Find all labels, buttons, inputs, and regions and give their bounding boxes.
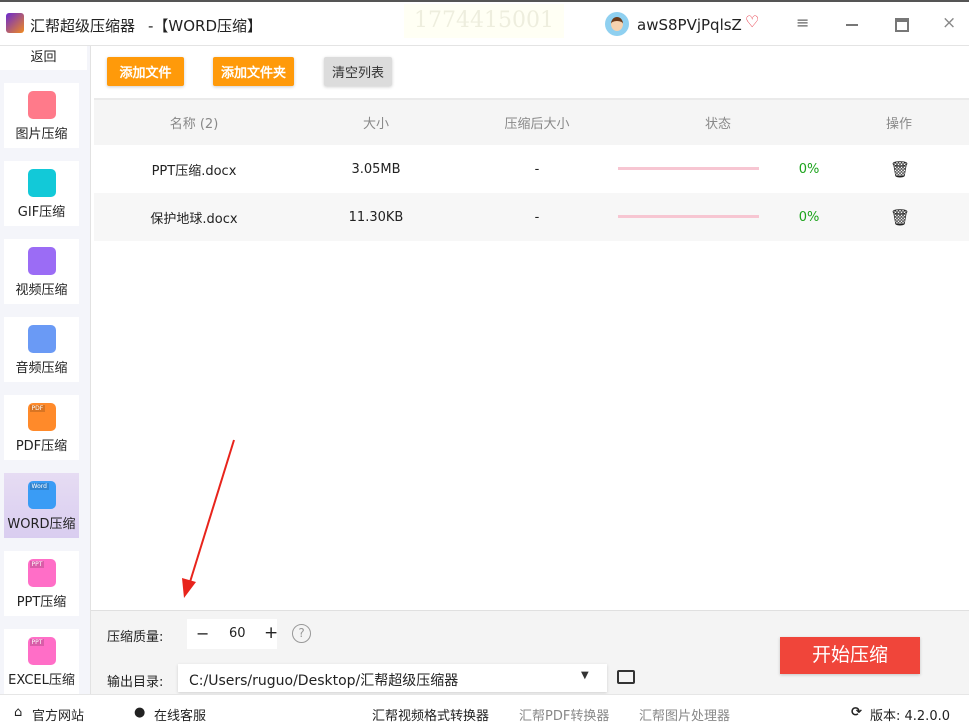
title-bar: 汇帮超级压缩器 -【WORD压缩】 1774415001 awS8PVjPqls… bbox=[0, 0, 969, 46]
header-size: 大小 bbox=[362, 117, 390, 132]
progress-percent: 0% bbox=[798, 161, 820, 177]
support-link[interactable]: 在线客服 bbox=[154, 705, 206, 724]
increase-button[interactable]: + bbox=[264, 623, 278, 643]
close-icon[interactable]: × bbox=[942, 13, 956, 33]
home-icon: ⌂ bbox=[14, 705, 23, 720]
output-directory-select[interactable]: C:/Users/ruguo/Desktop/汇帮超级压缩器 ▼ bbox=[178, 664, 607, 692]
quality-stepper[interactable]: − 60 + bbox=[187, 619, 278, 649]
quality-label: 压缩质量: bbox=[107, 630, 164, 645]
output-label: 输出目录: bbox=[107, 675, 164, 690]
sidebar-item-label: PDF压缩 bbox=[15, 439, 68, 454]
sidebar-item-0[interactable]: 图片压缩 bbox=[4, 83, 79, 148]
file-size: 3.05MB bbox=[351, 161, 401, 177]
PDF压缩-icon: PDF bbox=[27, 403, 56, 431]
file-name: 保护地球.docx bbox=[150, 211, 238, 227]
progress-bar bbox=[618, 167, 759, 170]
minimize-icon[interactable] bbox=[846, 24, 858, 26]
table-row[interactable]: 保护地球.docx 11.30KB - 0% 🗑 bbox=[94, 193, 969, 241]
footer: ⌂ 官方网站 ● 在线客服 汇帮视频格式转换器 汇帮PDF转换器 汇帮图片处理器… bbox=[0, 694, 969, 726]
app-title: 汇帮超级压缩器 bbox=[30, 17, 136, 35]
image-processor-link[interactable]: 汇帮图片处理器 bbox=[639, 705, 730, 724]
decrease-button[interactable]: − bbox=[196, 624, 209, 643]
file-name: PPT压缩.docx bbox=[151, 163, 237, 179]
header-name[interactable]: 名称 (2) bbox=[170, 100, 219, 145]
sidebar-item-label: 视频压缩 bbox=[15, 283, 68, 298]
sidebar-item-4[interactable]: PDF PDF压缩 bbox=[4, 395, 79, 460]
header-status: 状态 bbox=[704, 117, 732, 132]
sidebar-item-3[interactable]: 音频压缩 bbox=[4, 317, 79, 382]
add-folder-button[interactable]: 添加文件夹 bbox=[213, 57, 294, 86]
user-icon: ● bbox=[134, 705, 146, 720]
folder-icon[interactable] bbox=[617, 670, 635, 684]
视频压缩-icon bbox=[27, 247, 56, 275]
header-compressed-size: 压缩后大小 bbox=[504, 117, 570, 132]
sidebar-item-5[interactable]: Word WORD压缩 bbox=[4, 473, 79, 538]
app-logo-icon bbox=[6, 13, 24, 33]
refresh-icon[interactable]: ⟳ bbox=[851, 705, 862, 720]
table-row[interactable]: PPT压缩.docx 3.05MB - 0% 🗑 bbox=[94, 145, 969, 193]
sidebar-item-label: 图片压缩 bbox=[15, 127, 68, 142]
header-actions: 操作 bbox=[885, 117, 913, 132]
compressed-size: - bbox=[534, 209, 540, 225]
avatar[interactable] bbox=[605, 12, 629, 36]
pdf-converter-link[interactable]: 汇帮PDF转换器 bbox=[519, 705, 609, 724]
sidebar-item-2[interactable]: 视频压缩 bbox=[4, 239, 79, 304]
音频压缩-icon bbox=[27, 325, 56, 353]
clear-list-button[interactable]: 清空列表 bbox=[324, 57, 392, 86]
website-link[interactable]: 官方网站 bbox=[32, 705, 84, 724]
quality-value[interactable]: 60 bbox=[229, 626, 246, 641]
chevron-down-icon[interactable]: ▼ bbox=[581, 670, 589, 681]
trash-icon[interactable]: 🗑 bbox=[890, 193, 910, 241]
version-label: 版本: 4.2.0.0 bbox=[870, 709, 950, 724]
start-compress-button[interactable]: 开始压缩 bbox=[780, 637, 920, 674]
mode-title: -【WORD压缩】 bbox=[148, 17, 263, 35]
settings-panel: 压缩质量: − 60 + ? 输出目录: C:/Users/ruguo/Desk… bbox=[91, 610, 969, 694]
sidebar-item-label: GIF压缩 bbox=[17, 205, 66, 220]
vip-icon[interactable]: ♡ bbox=[745, 12, 759, 31]
progress-percent: 0% bbox=[798, 209, 820, 225]
file-size: 11.30KB bbox=[348, 209, 404, 225]
menu-icon[interactable]: ≡ bbox=[796, 13, 809, 32]
sidebar-item-label: 音频压缩 bbox=[15, 361, 68, 376]
compressed-size: - bbox=[534, 161, 540, 177]
output-path: C:/Users/ruguo/Desktop/汇帮超级压缩器 bbox=[189, 673, 459, 689]
watermark: 1774415001 bbox=[404, 4, 564, 38]
help-icon[interactable]: ? bbox=[292, 624, 311, 643]
add-file-button[interactable]: 添加文件 bbox=[107, 57, 184, 86]
video-converter-link[interactable]: 汇帮视频格式转换器 bbox=[372, 705, 489, 724]
PPT压缩-icon: PPT bbox=[27, 559, 56, 587]
EXCEL压缩-icon: PPT bbox=[27, 637, 56, 665]
sidebar-item-label: EXCEL压缩 bbox=[8, 673, 75, 688]
username[interactable]: awS8PVjPqlsZ bbox=[637, 16, 742, 34]
trash-icon[interactable]: 🗑 bbox=[890, 145, 910, 193]
GIF压缩-icon bbox=[27, 169, 56, 197]
图片压缩-icon bbox=[27, 91, 56, 119]
sidebar-item-label: WORD压缩 bbox=[7, 517, 76, 532]
table-header: 名称 (2) 大小 压缩后大小 状态 操作 bbox=[94, 98, 969, 145]
maximize-icon[interactable] bbox=[895, 18, 909, 32]
back-button[interactable]: 返回 bbox=[0, 46, 87, 70]
sidebar-item-6[interactable]: PPT PPT压缩 bbox=[4, 551, 79, 616]
WORD压缩-icon: Word bbox=[27, 481, 56, 509]
sidebar-item-1[interactable]: GIF压缩 bbox=[4, 161, 79, 226]
sidebar-item-label: PPT压缩 bbox=[16, 595, 67, 610]
sidebar-item-7[interactable]: PPT EXCEL压缩 bbox=[4, 629, 79, 694]
progress-bar bbox=[618, 215, 759, 218]
